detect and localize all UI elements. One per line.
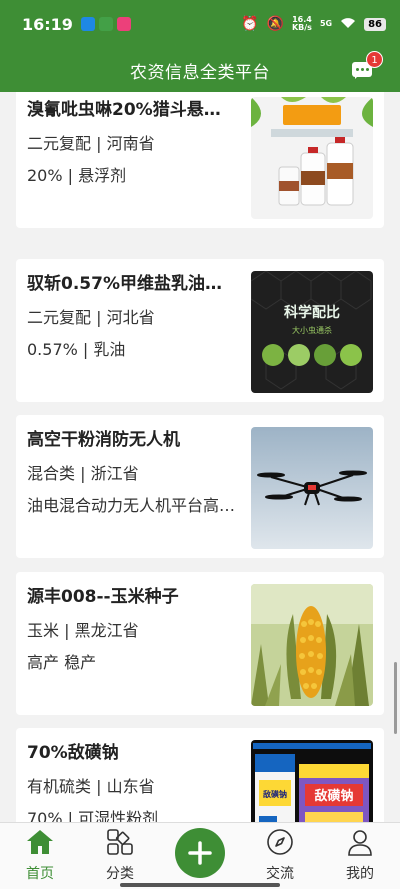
svg-text:敌磺钠: 敌磺钠 [263,789,287,799]
alarm-icon: ⏰ [241,16,259,32]
plus-icon [188,841,212,865]
tab-category[interactable]: 分类 [90,827,150,883]
title-bar: 农资信息全类平台 1 [0,48,400,92]
product-card[interactable]: 驭斩0.57%甲维盐乳油杀虫剂 二元复配 | 河北省 0.57% | 乳油 科学… [16,259,384,402]
battery-indicator: 86 [364,17,386,31]
tab-mine[interactable]: 我的 [330,827,390,883]
product-image: 科学配比 大小虫通杀 [251,271,373,393]
product-name: 源丰008--玉米种子 [27,587,179,607]
product-type-region: 有机硫类 | 山东省 [27,777,155,796]
image-brand-text: 敌磺钠 [314,788,353,804]
mute-icon: 🔕 [266,16,284,32]
product-image [251,584,373,706]
page-title: 农资信息全类平台 [130,62,270,83]
notification-app-icons [80,17,131,31]
app-notification-icon [80,17,95,31]
image-headline: 科学配比 [284,304,340,321]
compass-icon [250,827,310,857]
product-spec: 油电混合动力无人机平台高空消防 [27,496,237,515]
status-time: 16:19 [22,14,73,34]
wifi-icon [340,17,356,32]
bottom-tab-bar: 首页 分类 交流 我的 [0,822,400,889]
product-type-region: 混合类 | 浙江省 [27,464,139,483]
product-name: 溴氰吡虫啉20%猎斗悬浮剂 [27,100,237,120]
product-type-region: 玉米 | 黑龙江省 [27,621,139,640]
product-spec: 高产 稳产 [27,653,97,672]
product-spec: 70% | 可湿性粉剂 [27,809,159,822]
product-card[interactable]: 70%敌磺钠 有机硫类 | 山东省 70% | 可湿性粉剂 敌磺钠 敌磺钠 [16,728,384,822]
product-name: 驭斩0.57%甲维盐乳油杀虫剂 [27,274,237,294]
product-list[interactable]: 溴氰吡虫啉20%猎斗悬浮剂 二元复配 | 河南省 20% | 悬浮剂 驭斩0.5… [0,92,400,822]
person-icon [330,827,390,857]
product-name: 70%敌磺钠 [27,743,119,763]
app-notification-icon [116,17,131,31]
product-image [251,427,373,549]
product-card[interactable]: 源丰008--玉米种子 玉米 | 黑龙江省 高产 稳产 [16,572,384,715]
message-button[interactable]: 1 [352,51,383,79]
app-header-area: 16:19 ⏰ 🔕 16.4 KB/s 5G 86 农资信息全类平台 1 [0,0,400,92]
network-speed: 16.4 KB/s [291,15,312,32]
app-notification-icon [98,17,113,31]
home-icon [10,827,70,857]
category-grid-icon [90,827,150,857]
product-name: 高空干粉消防无人机 [27,430,180,450]
message-badge: 1 [366,51,383,68]
product-type-region: 二元复配 | 河北省 [27,308,155,327]
network-type: 5G [319,19,333,28]
publish-button[interactable] [175,828,225,878]
tab-community[interactable]: 交流 [250,827,310,883]
product-image: 敌磺钠 敌磺钠 [251,740,373,822]
product-image [251,97,373,219]
product-card[interactable]: 溴氰吡虫啉20%猎斗悬浮剂 二元复配 | 河南省 20% | 悬浮剂 [16,92,384,228]
product-type-region: 二元复配 | 河南省 [27,134,155,153]
status-bar: 16:19 ⏰ 🔕 16.4 KB/s 5G 86 [0,0,400,48]
product-card[interactable]: 高空干粉消防无人机 混合类 | 浙江省 油电混合动力无人机平台高空消防 [16,415,384,558]
image-subline: 大小虫通杀 [292,325,332,335]
product-spec: 0.57% | 乳油 [27,340,126,359]
product-spec: 20% | 悬浮剂 [27,166,127,185]
system-home-indicator[interactable] [120,883,280,887]
tab-home[interactable]: 首页 [10,827,70,883]
list-scrollbar[interactable] [394,662,397,734]
